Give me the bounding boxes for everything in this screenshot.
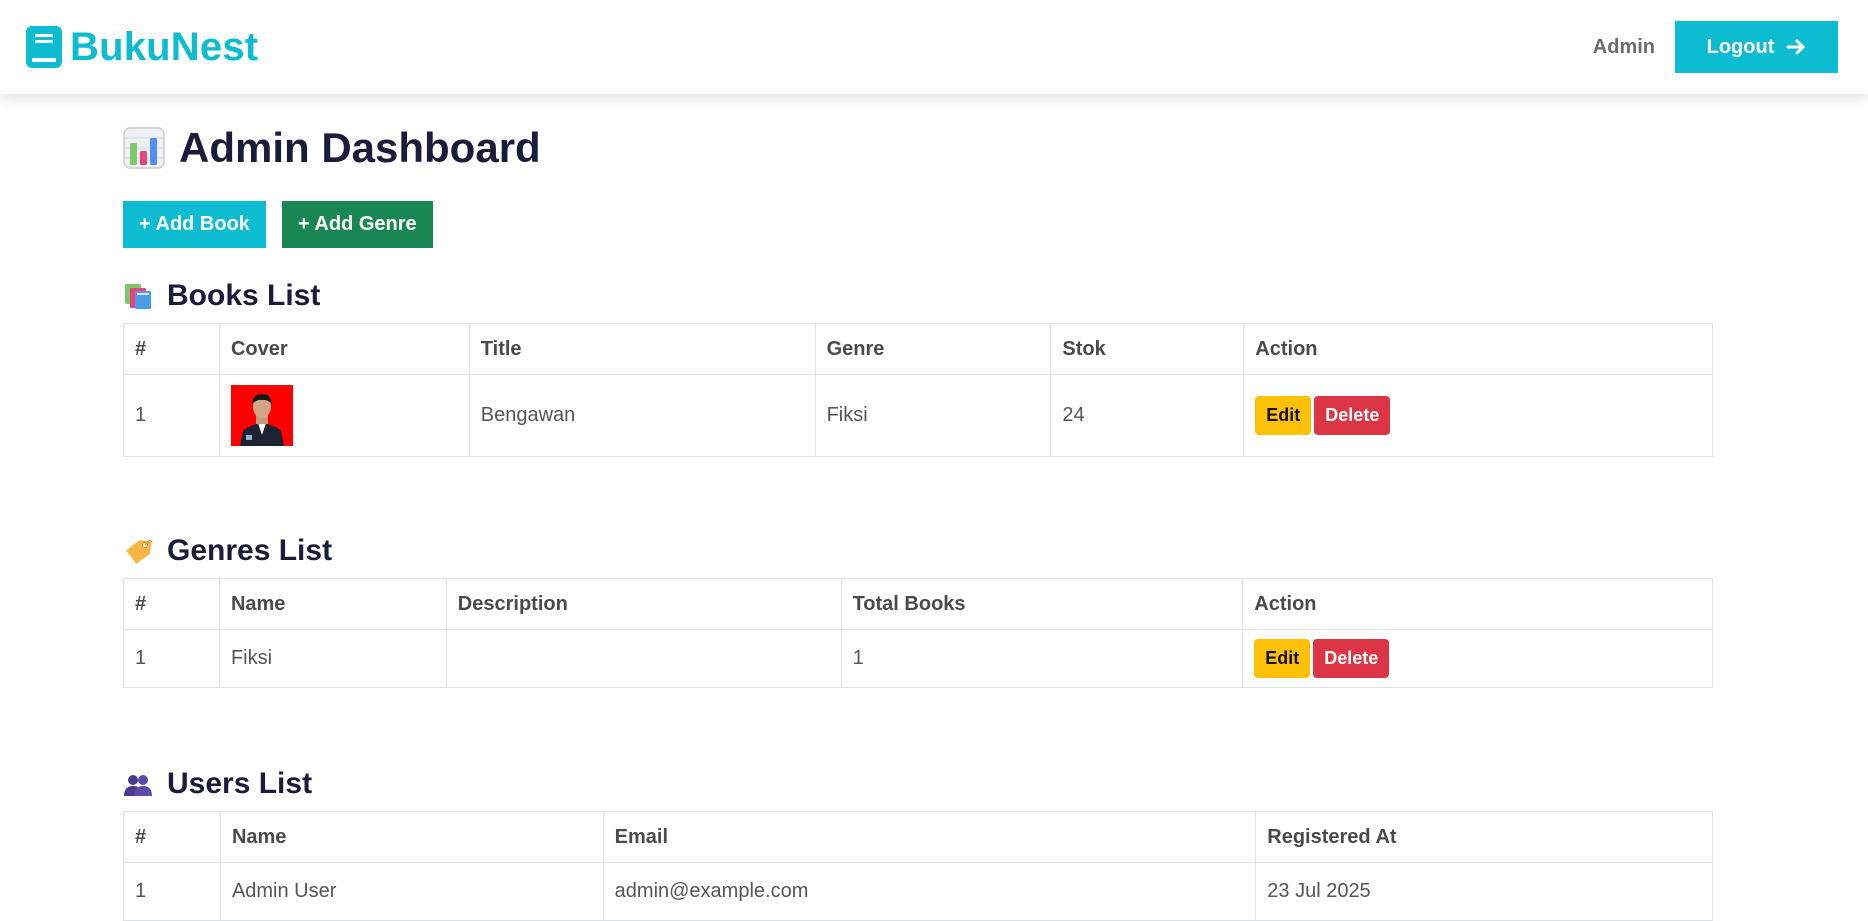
column-header: Description: [445, 578, 842, 630]
bar-chart-icon: [123, 127, 165, 169]
arrow-right-icon: [1786, 39, 1805, 55]
table-header-row: # Name Email Registered At: [123, 811, 1713, 863]
table-header-row: # Cover Title Genre Stok Action: [123, 323, 1713, 375]
cover-cell: [218, 374, 470, 457]
user-name: Admin User: [219, 862, 604, 921]
users-section-header: Users List: [123, 767, 1713, 801]
column-header: Name: [218, 578, 447, 630]
books-section-header: Books List: [123, 279, 1713, 313]
row-number: 1: [123, 862, 221, 921]
table-row: 1 Bengawan Fiksi 24 Edit Delete: [123, 374, 1713, 457]
column-header: Name: [219, 811, 604, 863]
book-cover-image: [230, 385, 293, 446]
column-header: #: [123, 811, 221, 863]
genre-description: [445, 629, 842, 688]
users-icon: [124, 775, 152, 796]
column-header: Action: [1242, 578, 1713, 630]
book-genre: Fiksi: [814, 374, 1052, 457]
logout-button[interactable]: Logout: [1675, 21, 1838, 73]
column-header: Stok: [1050, 323, 1245, 375]
column-header: Cover: [218, 323, 470, 375]
action-cell: Edit Delete: [1242, 629, 1713, 688]
top-navbar: BukuNest Admin Logout: [0, 0, 1868, 94]
column-header: Genre: [814, 323, 1052, 375]
action-cell: Edit Delete: [1243, 374, 1713, 457]
user-email: admin@example.com: [602, 862, 1257, 921]
add-book-button[interactable]: + Add Book: [123, 201, 266, 248]
column-header: Email: [602, 811, 1257, 863]
brand-link[interactable]: BukuNest: [26, 25, 258, 70]
books-list-title: Books List: [167, 279, 321, 312]
delete-button[interactable]: Delete: [1314, 396, 1391, 435]
column-header: Registered At: [1255, 811, 1713, 863]
book-icon: [26, 26, 62, 68]
genres-table: # Name Description Total Books Action 1 …: [123, 578, 1713, 688]
genres-list-title: Genres List: [167, 534, 333, 567]
genre-name: Fiksi: [218, 629, 447, 688]
book-stock: 24: [1050, 374, 1245, 457]
edit-button[interactable]: Edit: [1254, 639, 1311, 678]
edit-button[interactable]: Edit: [1255, 396, 1312, 435]
book-title: Bengawan: [468, 374, 816, 457]
table-header-row: # Name Description Total Books Action: [123, 578, 1713, 630]
table-row: 1 Admin User admin@example.com 23 Jul 20…: [123, 862, 1713, 921]
row-number: 1: [123, 629, 220, 688]
page-header: Admin Dashboard: [123, 124, 1713, 172]
page-title: Admin Dashboard: [179, 124, 541, 171]
column-header: Total Books: [840, 578, 1244, 630]
label-tag-icon: [126, 539, 153, 564]
main-content: Admin Dashboard + Add Book + Add Genre B…: [123, 94, 1713, 921]
column-header: Action: [1243, 323, 1713, 375]
user-registered-at: 23 Jul 2025: [1255, 862, 1713, 921]
users-list-title: Users List: [167, 767, 313, 800]
genres-section-header: Genres List: [123, 534, 1713, 568]
column-header: #: [123, 578, 220, 630]
current-user: Admin: [1592, 35, 1655, 58]
add-genre-button[interactable]: + Add Genre: [281, 201, 433, 248]
action-bar: + Add Book + Add Genre: [123, 201, 1713, 248]
books-table: # Cover Title Genre Stok Action 1 Bengaw…: [123, 323, 1713, 457]
navbar-right: Admin Logout: [1593, 21, 1838, 73]
logout-label: Logout: [1706, 35, 1775, 58]
table-row: 1 Fiksi 1 Edit Delete: [123, 629, 1713, 688]
column-header: #: [123, 323, 220, 375]
books-icon: [125, 284, 151, 309]
brand-name: BukuNest: [70, 24, 259, 69]
row-number: 1: [123, 374, 220, 457]
column-header: Title: [468, 323, 816, 375]
genre-total-books: 1: [840, 629, 1244, 688]
delete-button[interactable]: Delete: [1313, 639, 1390, 678]
